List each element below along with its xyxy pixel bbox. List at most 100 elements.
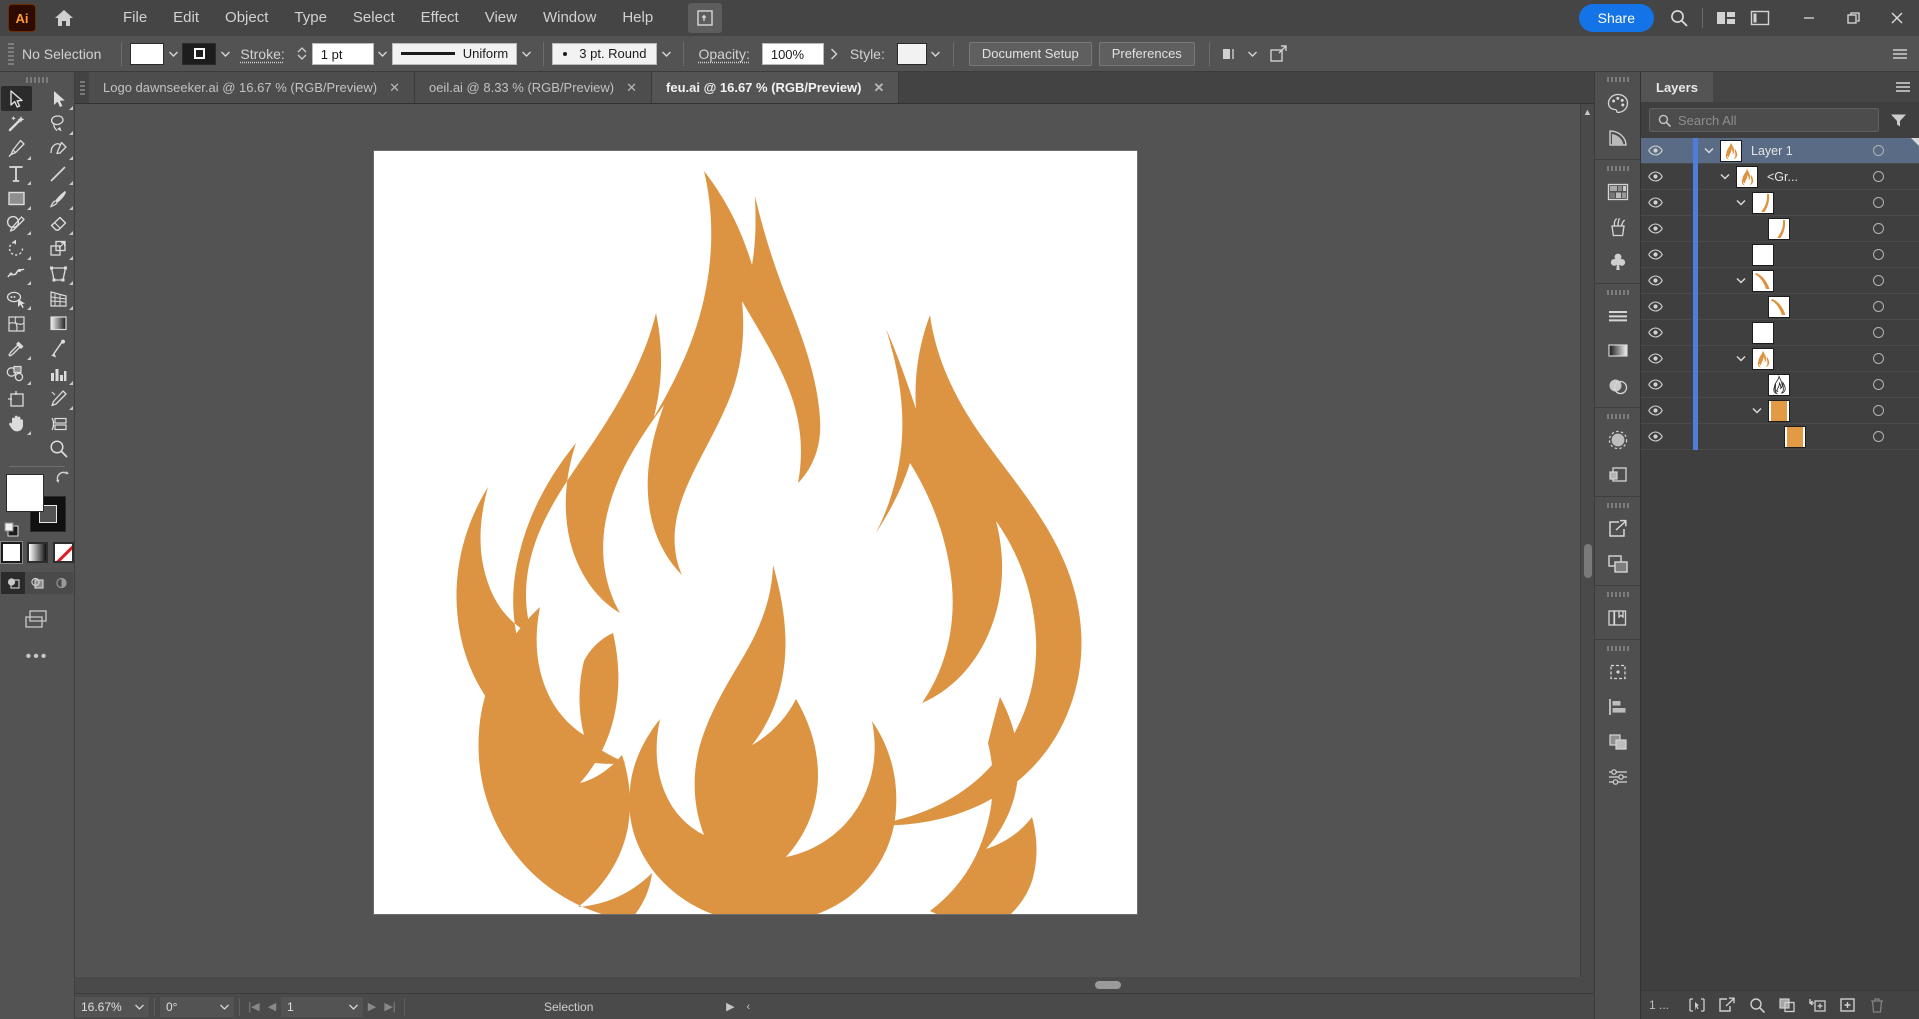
artboard-chevron-down-icon[interactable] bbox=[343, 996, 363, 1017]
menu-view[interactable]: View bbox=[472, 0, 530, 36]
visibility-toggle-icon[interactable] bbox=[1641, 223, 1669, 234]
home-icon[interactable] bbox=[44, 0, 84, 36]
first-artboard-icon[interactable]: |◀ bbox=[245, 997, 263, 1017]
document-arrange-icon[interactable] bbox=[688, 3, 723, 33]
paintbrush-tool[interactable] bbox=[43, 186, 74, 211]
close-button[interactable] bbox=[1875, 0, 1919, 36]
target-indicator[interactable] bbox=[1861, 249, 1895, 260]
stroke-label[interactable]: Stroke: bbox=[240, 46, 284, 62]
layer-name[interactable]: <Gr... bbox=[1767, 170, 1798, 184]
visibility-toggle-icon[interactable] bbox=[1641, 301, 1669, 312]
layers-list[interactable]: Layer 1 <Gr... bbox=[1641, 138, 1919, 984]
zoom-tool[interactable] bbox=[43, 436, 74, 461]
target-indicator[interactable] bbox=[1861, 301, 1895, 312]
layer-row[interactable] bbox=[1641, 319, 1919, 346]
visibility-toggle-icon[interactable] bbox=[1641, 353, 1669, 364]
tab-close-icon[interactable]: ✕ bbox=[874, 80, 885, 96]
search-icon[interactable] bbox=[1662, 0, 1696, 36]
rail-grip[interactable] bbox=[1606, 411, 1629, 422]
status-collapse-icon[interactable]: ‹ bbox=[739, 997, 757, 1017]
document-tab-feu[interactable]: feu.ai @ 16.67 % (RGB/Preview) ✕ bbox=[652, 72, 900, 103]
rotation-chevron-down-icon[interactable] bbox=[214, 996, 234, 1017]
menu-file[interactable]: File bbox=[110, 0, 160, 36]
symbol-sprayer-tool[interactable] bbox=[1, 361, 32, 386]
target-indicator[interactable] bbox=[1861, 405, 1895, 416]
stroke-chevron-down-icon[interactable] bbox=[216, 43, 234, 65]
tabstrip-grip[interactable] bbox=[75, 72, 89, 103]
previous-artboard-icon[interactable]: ◀ bbox=[263, 997, 281, 1017]
artboard-tool[interactable] bbox=[1, 386, 32, 411]
layer-row[interactable] bbox=[1641, 397, 1919, 424]
rail-grip[interactable] bbox=[1606, 287, 1629, 298]
target-indicator[interactable] bbox=[1861, 327, 1895, 338]
swatches-panel-icon[interactable] bbox=[1600, 174, 1636, 209]
brush-definition-select[interactable]: 3 pt. Round bbox=[552, 42, 658, 65]
target-indicator[interactable] bbox=[1861, 353, 1895, 364]
screen-mode-button[interactable] bbox=[20, 606, 54, 632]
visibility-toggle-icon[interactable] bbox=[1641, 171, 1669, 182]
rail-grip[interactable] bbox=[1606, 589, 1629, 600]
visibility-toggle-icon[interactable] bbox=[1641, 249, 1669, 260]
visibility-toggle-icon[interactable] bbox=[1641, 197, 1669, 208]
color-mode-gradient[interactable] bbox=[26, 542, 48, 563]
brushes-panel-icon[interactable] bbox=[1600, 209, 1636, 244]
zoom-chevron-down-icon[interactable] bbox=[129, 996, 149, 1017]
style-chevron-down-icon[interactable] bbox=[927, 43, 945, 65]
blend-tool[interactable] bbox=[43, 336, 74, 361]
collect-for-export-button[interactable] bbox=[1773, 993, 1801, 1017]
stroke-weight-input[interactable]: 1 pt bbox=[311, 42, 374, 65]
control-bar-grip[interactable] bbox=[6, 42, 16, 66]
edit-toolbar-button[interactable]: ••• bbox=[26, 648, 49, 666]
color-guide-panel-icon[interactable] bbox=[1600, 120, 1636, 155]
layer-row[interactable] bbox=[1641, 345, 1919, 372]
preferences-button[interactable]: Preferences bbox=[1098, 41, 1195, 66]
direct-selection-tool[interactable] bbox=[43, 86, 74, 111]
find-layer-button[interactable] bbox=[1743, 993, 1771, 1017]
maximize-button[interactable] bbox=[1831, 0, 1875, 36]
rotate-tool[interactable] bbox=[1, 236, 32, 261]
tab-layers[interactable]: Layers bbox=[1641, 72, 1713, 102]
rail-grip[interactable] bbox=[1606, 643, 1629, 654]
horizontal-scroll-thumb[interactable] bbox=[1095, 981, 1121, 989]
search-input[interactable]: Search All bbox=[1649, 108, 1879, 132]
panel-menu-icon[interactable] bbox=[1887, 72, 1919, 102]
lasso-tool[interactable] bbox=[43, 111, 74, 136]
slice-tool[interactable] bbox=[43, 386, 74, 411]
minimize-button[interactable] bbox=[1787, 0, 1831, 36]
free-transform-tool[interactable] bbox=[43, 261, 74, 286]
locate-object-button[interactable] bbox=[1683, 993, 1711, 1017]
stroke-panel-icon[interactable] bbox=[1600, 298, 1636, 333]
last-artboard-icon[interactable]: ▶| bbox=[381, 997, 399, 1017]
document-setup-button[interactable]: Document Setup bbox=[968, 41, 1092, 66]
chevron-down-icon[interactable] bbox=[1698, 147, 1720, 154]
opacity-expand-icon[interactable] bbox=[824, 43, 844, 65]
menu-effect[interactable]: Effect bbox=[408, 0, 472, 36]
menu-window[interactable]: Window bbox=[530, 0, 609, 36]
new-sublayer-button[interactable] bbox=[1803, 993, 1831, 1017]
brush-chevron-down-icon[interactable] bbox=[657, 43, 675, 65]
chevron-down-icon[interactable] bbox=[1714, 173, 1736, 180]
column-graph-tool[interactable] bbox=[43, 361, 74, 386]
layer-row[interactable]: <Gr... bbox=[1641, 163, 1919, 190]
line-segment-tool[interactable] bbox=[43, 161, 74, 186]
menu-select[interactable]: Select bbox=[340, 0, 408, 36]
curvature-tool[interactable] bbox=[43, 136, 74, 161]
properties-panel-icon[interactable] bbox=[1600, 759, 1636, 794]
stroke-weight-stepper[interactable] bbox=[297, 47, 309, 60]
rotation-field[interactable]: 0° bbox=[160, 996, 214, 1017]
stroke-profile-chevron-down-icon[interactable] bbox=[517, 43, 535, 65]
chevron-down-icon[interactable] bbox=[1746, 407, 1768, 414]
align-chevron-down-icon[interactable] bbox=[1244, 43, 1262, 65]
opacity-input[interactable]: 100% bbox=[761, 42, 824, 65]
layer-row[interactable] bbox=[1641, 189, 1919, 216]
stroke-weight-chevron-down-icon[interactable] bbox=[374, 43, 392, 65]
canvas[interactable] bbox=[75, 104, 1580, 977]
eyedropper-tool[interactable] bbox=[1, 336, 32, 361]
artboard-number-field[interactable]: 1 bbox=[281, 996, 343, 1017]
export-selection-icon[interactable] bbox=[1262, 43, 1296, 65]
layer-row[interactable] bbox=[1641, 267, 1919, 294]
flame-illustration[interactable] bbox=[374, 151, 1137, 914]
target-indicator[interactable] bbox=[1861, 379, 1895, 390]
draw-normal-mode[interactable] bbox=[1, 572, 25, 594]
next-artboard-icon[interactable]: ▶ bbox=[363, 997, 381, 1017]
